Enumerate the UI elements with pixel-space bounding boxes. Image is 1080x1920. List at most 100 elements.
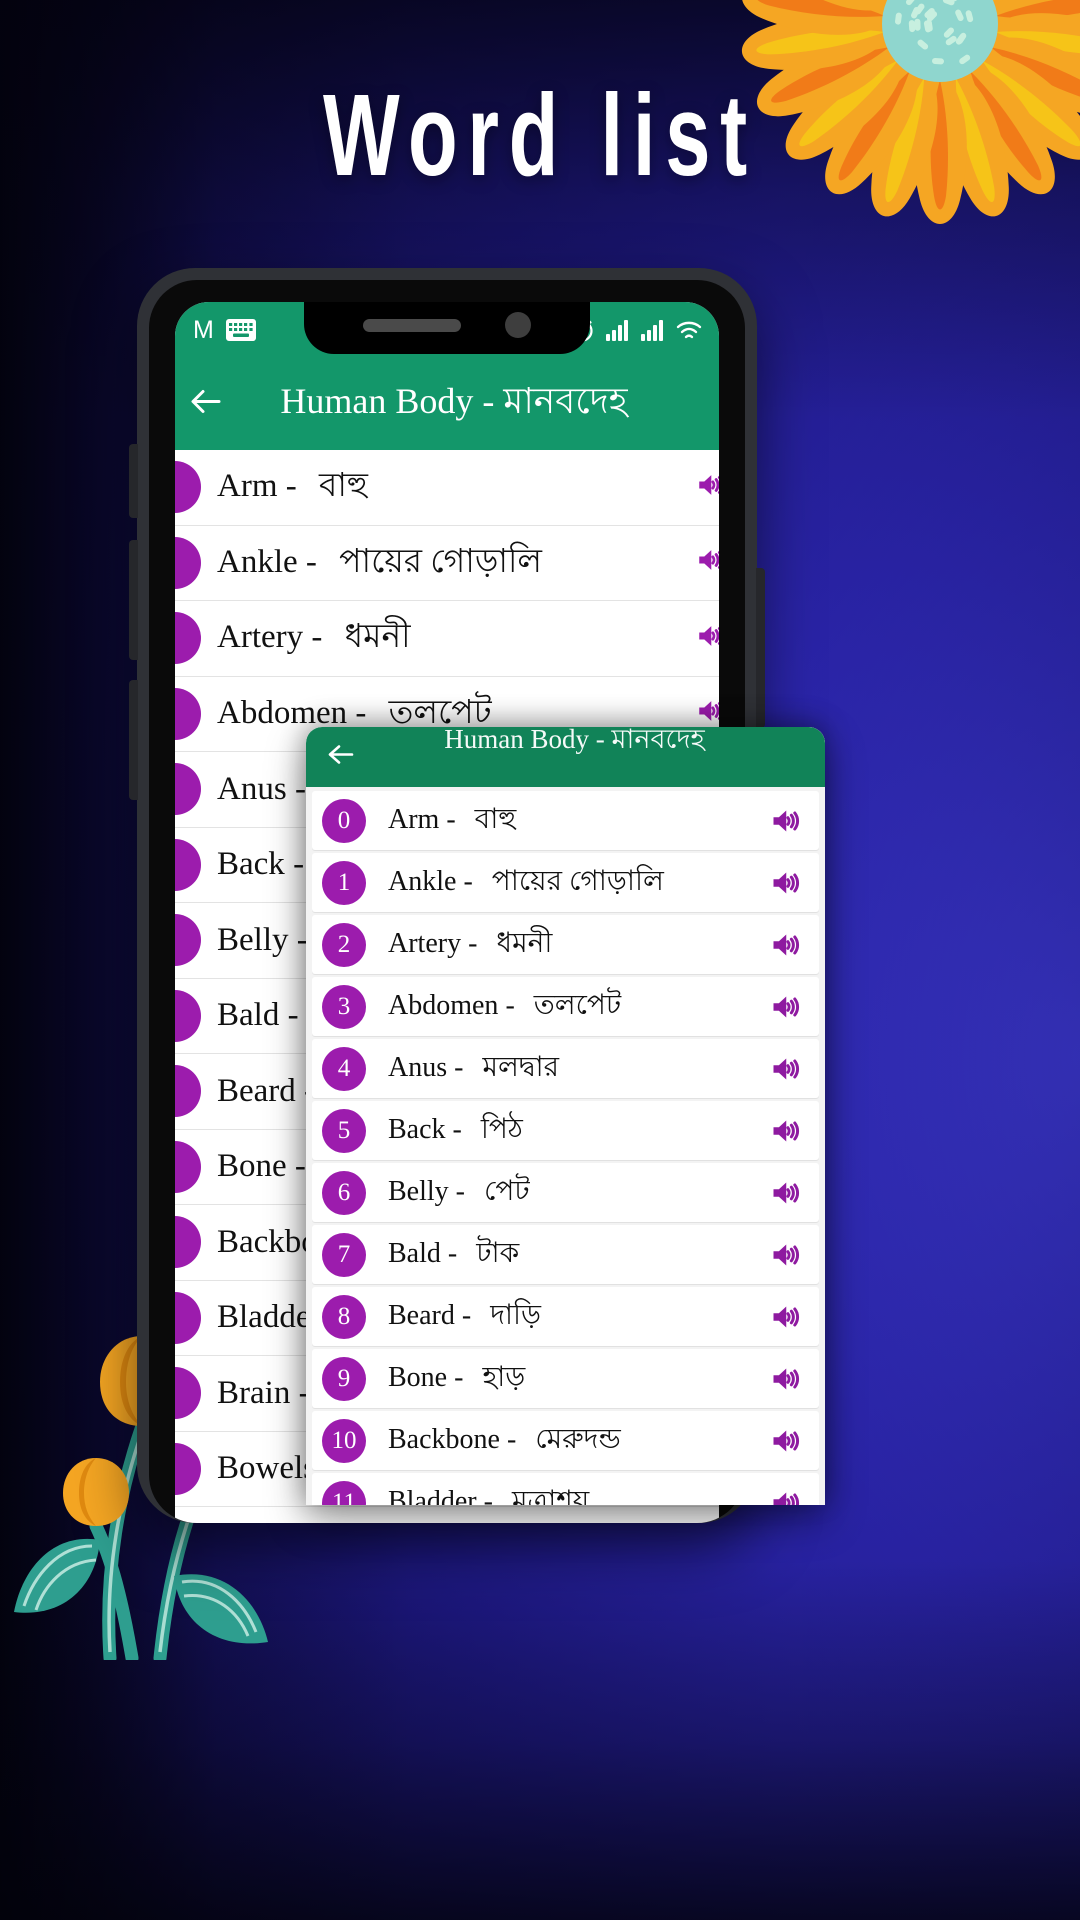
status-bar-right xyxy=(568,316,719,344)
index-badge xyxy=(175,839,201,891)
word-english: Belly xyxy=(388,1176,449,1207)
speaker-icon[interactable] xyxy=(769,1051,805,1087)
word-english: Arm xyxy=(388,804,439,835)
word-pair-label: Arm - বাহু xyxy=(388,797,516,844)
speaker-icon[interactable] xyxy=(769,1175,805,1211)
word-bengali: পিঠ xyxy=(469,1114,523,1145)
word-pair-label: Backbone - মেরুদন্ড xyxy=(388,1417,621,1464)
card-word-row[interactable]: 5 Back - পিঠ xyxy=(312,1101,819,1160)
word-separator: - xyxy=(285,846,304,882)
front-camera xyxy=(505,312,531,338)
index-badge xyxy=(175,612,201,664)
app-bar-title: Human Body - মানবদেহ xyxy=(175,374,719,434)
index-badge: 0 xyxy=(322,799,366,843)
speaker-icon[interactable] xyxy=(695,619,719,653)
speaker-icon[interactable] xyxy=(769,1423,805,1459)
card-word-row[interactable]: 2 Artery - ধমনী xyxy=(312,915,819,974)
index-badge: 11 xyxy=(322,1481,366,1506)
signal-icon xyxy=(640,318,666,342)
speaker-icon[interactable] xyxy=(695,694,719,728)
word-separator: - xyxy=(456,866,479,897)
index-badge: 10 xyxy=(322,1419,366,1463)
card-word-row[interactable]: 1 Ankle - পায়ের গোড়ালি xyxy=(312,853,819,912)
word-english: Bone xyxy=(388,1362,447,1393)
card-word-row[interactable]: 4 Anus - মলদ্বার xyxy=(312,1039,819,1098)
speaker-icon[interactable] xyxy=(769,865,805,901)
word-pair-label: Artery - ধমনী xyxy=(388,921,552,968)
signal-icon xyxy=(605,318,631,342)
word-bengali: মূত্রাশয় xyxy=(500,1486,589,1505)
word-bengali: ধমনী xyxy=(331,619,411,655)
card-word-row[interactable]: 10 Backbone - মেরুদন্ড xyxy=(312,1411,819,1470)
card-word-row[interactable]: 6 Belly - পেট xyxy=(312,1163,819,1222)
word-pair-label: Anus - মলদ্বার xyxy=(388,1045,559,1092)
index-badge: 3 xyxy=(322,985,366,1029)
phone-button-volume-down xyxy=(129,680,138,800)
word-separator: - xyxy=(447,1362,470,1393)
status-bar-left: M xyxy=(175,316,256,345)
word-list-row[interactable]: Arm - বাহু xyxy=(175,450,719,526)
word-separator: - xyxy=(439,804,462,835)
word-bengali: বাহু xyxy=(305,468,368,504)
word-bengali: দাড়ি xyxy=(478,1300,541,1331)
speaker-icon[interactable] xyxy=(769,1237,805,1273)
index-badge xyxy=(175,1216,201,1268)
index-badge xyxy=(175,461,201,513)
card-word-row[interactable]: 0 Arm - বাহু xyxy=(312,791,819,850)
status-bar: M xyxy=(175,302,719,358)
keyboard-icon xyxy=(226,319,256,341)
index-badge xyxy=(175,914,201,966)
arrow-left-icon[interactable] xyxy=(185,385,225,424)
speaker-icon[interactable] xyxy=(769,1485,805,1506)
card-word-row[interactable]: 9 Bone - হাড় xyxy=(312,1349,819,1408)
word-bengali: টাক xyxy=(464,1238,519,1269)
word-english: Bald xyxy=(388,1238,441,1269)
speaker-icon[interactable] xyxy=(769,1361,805,1397)
word-english: Back xyxy=(388,1114,446,1145)
word-pair-label: Beard - দাড়ি xyxy=(388,1293,541,1340)
background-bottom-shade xyxy=(0,1560,1080,1920)
phone-button-silent xyxy=(129,444,138,518)
word-pair-label: Ankle - পায়ের গোড়ালি xyxy=(388,859,664,906)
card-word-list[interactable]: 0 Arm - বাহু 1 Ankle - পায়ের গোড়ালি 2 Arter… xyxy=(306,787,825,1505)
word-bengali: তলপেট xyxy=(375,695,492,731)
speaker-icon[interactable] xyxy=(769,803,805,839)
word-bengali: পেট xyxy=(472,1176,530,1207)
word-pair-label: Ankle - পায়ের গোড়ালি xyxy=(217,535,542,591)
speaker-icon[interactable] xyxy=(769,927,805,963)
word-english: Anus xyxy=(388,1052,447,1083)
word-english: Abdomen xyxy=(217,695,347,731)
word-bengali: পায়ের গোড়ালি xyxy=(325,544,542,580)
word-separator: - xyxy=(289,922,308,958)
word-separator: - xyxy=(298,544,326,580)
card-word-row[interactable]: 3 Abdomen - তলপেট xyxy=(312,977,819,1036)
speaker-icon[interactable] xyxy=(769,1299,805,1335)
word-pair-label: Artery - ধমনী xyxy=(217,610,411,666)
word-separator: - xyxy=(287,771,306,807)
card-word-row[interactable]: 8 Beard - দাড়ি xyxy=(312,1287,819,1346)
index-badge xyxy=(175,1292,201,1344)
index-badge: 1 xyxy=(322,861,366,905)
word-english: Ankle xyxy=(388,866,456,897)
word-pair-label: Bone - xyxy=(217,1148,320,1185)
speaker-icon[interactable] xyxy=(769,1113,805,1149)
word-bengali: তলপেট xyxy=(522,990,621,1021)
speaker-icon[interactable] xyxy=(695,468,719,502)
word-separator: - xyxy=(449,1176,472,1207)
word-pair-label: Back - xyxy=(217,846,318,883)
speaker-icon[interactable] xyxy=(769,989,805,1025)
card-word-row[interactable]: 11 Bladder - মূত্রাশয় xyxy=(312,1473,819,1505)
word-english: Belly xyxy=(217,922,289,958)
card-word-row[interactable]: 7 Bald - টাক xyxy=(312,1225,819,1284)
index-badge xyxy=(175,990,201,1042)
word-list-row[interactable]: Ankle - পায়ের গোড়ালি xyxy=(175,526,719,602)
index-badge: 2 xyxy=(322,923,366,967)
word-bengali: মলদ্বার xyxy=(470,1052,559,1083)
word-separator: - xyxy=(498,990,521,1021)
word-english: Bladder xyxy=(388,1486,477,1505)
word-bengali: পায়ের গোড়ালি xyxy=(480,866,664,897)
index-badge xyxy=(175,1443,201,1495)
phone-notch xyxy=(304,302,590,354)
speaker-icon[interactable] xyxy=(695,543,719,577)
word-list-row[interactable]: Artery - ধমনী xyxy=(175,601,719,677)
